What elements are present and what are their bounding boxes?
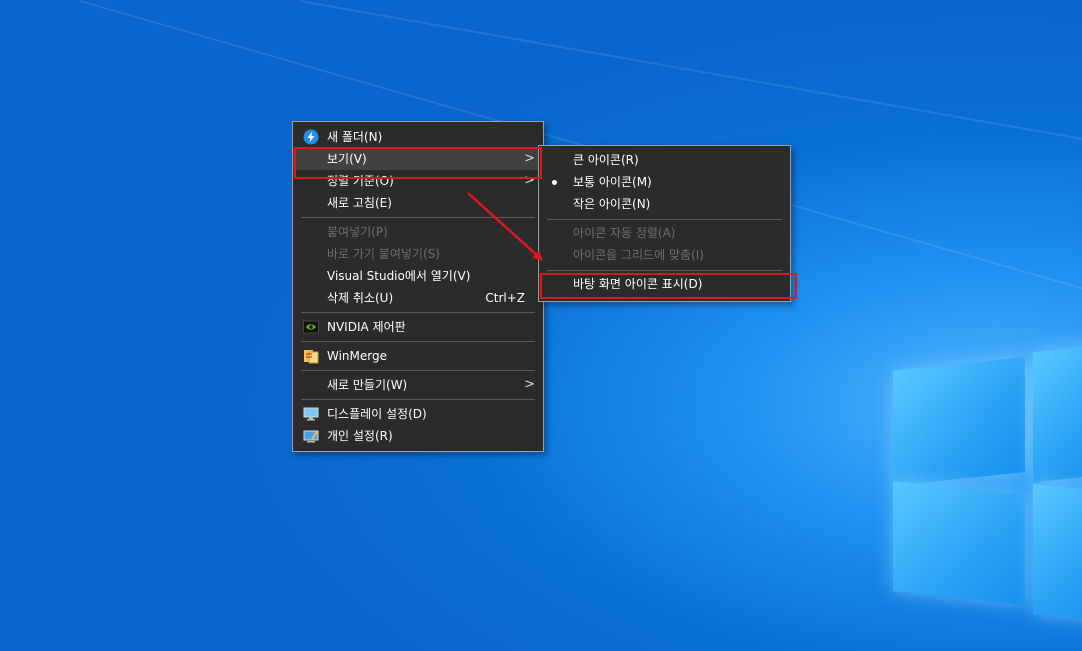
display-settings-icon xyxy=(303,406,319,422)
menu-item-label: 디스플레이 설정(D) xyxy=(327,407,427,421)
submenu-item-medium-icons[interactable]: 보통 아이콘(M) xyxy=(539,171,790,193)
desktop-context-menu: 새 폴더(N) 보기(V) > 정렬 기준(O) > 새로 고침(E) 붙여넣기… xyxy=(292,121,544,452)
menu-item-label: 큰 아이콘(R) xyxy=(573,153,639,167)
windows-logo xyxy=(890,338,1082,651)
submenu-item-show-desktop-icons[interactable]: 바탕 화면 아이콘 표시(D) xyxy=(539,273,790,295)
menu-item-label: 삭제 취소(U) xyxy=(327,291,394,305)
menu-separator xyxy=(301,399,535,400)
windows-logo-pane xyxy=(1033,483,1082,623)
windows-logo-pane xyxy=(1033,343,1082,483)
submenu-item-large-icons[interactable]: 큰 아이콘(R) xyxy=(539,149,790,171)
menu-item-label: 아이콘을 그리드에 맞춤(I) xyxy=(573,248,704,262)
menu-item-refresh[interactable]: 새로 고침(E) xyxy=(293,192,543,214)
nvidia-icon xyxy=(303,319,319,335)
menu-item-label: 정렬 기준(O) xyxy=(327,174,394,188)
windows-logo-pane xyxy=(893,481,1025,605)
menu-item-personalize[interactable]: 개인 설정(R) xyxy=(293,425,543,447)
menu-item-paste: 붙여넣기(P) xyxy=(293,221,543,243)
menu-item-open-in-visual-studio[interactable]: Visual Studio에서 열기(V) xyxy=(293,265,543,287)
menu-item-label: 아이콘 자동 정렬(A) xyxy=(573,226,676,240)
menu-separator xyxy=(301,370,535,371)
menu-item-label: 새 폴더(N) xyxy=(327,130,383,144)
menu-item-label: NVIDIA 제어판 xyxy=(327,320,406,334)
menu-item-label: 새로 만들기(W) xyxy=(327,378,408,392)
menu-item-sort-by[interactable]: 정렬 기준(O) > xyxy=(293,170,543,192)
new-folder-bolt-icon xyxy=(303,129,319,145)
chevron-right-icon: > xyxy=(524,377,535,392)
menu-separator xyxy=(301,341,535,342)
menu-item-label: 작은 아이콘(N) xyxy=(573,197,651,211)
menu-item-label: 바로 가기 붙여넣기(S) xyxy=(327,247,440,261)
menu-item-winmerge[interactable]: WinMerge xyxy=(293,345,543,367)
submenu-item-align-to-grid: 아이콘을 그리드에 맞춤(I) xyxy=(539,244,790,266)
menu-item-undo-delete[interactable]: 삭제 취소(U) Ctrl+Z xyxy=(293,287,543,309)
view-submenu: 큰 아이콘(R) 보통 아이콘(M) 작은 아이콘(N) 아이콘 자동 정렬(A… xyxy=(538,145,791,302)
menu-item-label: 보통 아이콘(M) xyxy=(573,175,652,189)
menu-item-label: 바탕 화면 아이콘 표시(D) xyxy=(573,277,703,291)
menu-item-label: 붙여넣기(P) xyxy=(327,225,388,239)
menu-item-label: WinMerge xyxy=(327,349,387,363)
personalize-icon xyxy=(303,428,319,444)
menu-item-paste-shortcut: 바로 가기 붙여넣기(S) xyxy=(293,243,543,265)
submenu-item-small-icons[interactable]: 작은 아이콘(N) xyxy=(539,193,790,215)
menu-item-accelerator: Ctrl+Z xyxy=(485,291,525,305)
chevron-right-icon: > xyxy=(524,151,535,166)
radio-bullet-icon xyxy=(552,180,557,185)
menu-item-label: 보기(V) xyxy=(327,152,367,166)
menu-item-display-settings[interactable]: 디스플레이 설정(D) xyxy=(293,403,543,425)
menu-item-view[interactable]: 보기(V) > xyxy=(293,148,543,170)
menu-separator xyxy=(547,219,782,220)
menu-separator xyxy=(301,217,535,218)
menu-item-nvidia-control-panel[interactable]: NVIDIA 제어판 xyxy=(293,316,543,338)
submenu-item-auto-arrange: 아이콘 자동 정렬(A) xyxy=(539,222,790,244)
menu-separator xyxy=(547,270,782,271)
menu-item-new[interactable]: 새로 만들기(W) > xyxy=(293,374,543,396)
menu-separator xyxy=(301,312,535,313)
winmerge-icon xyxy=(303,348,319,364)
windows-logo-pane xyxy=(893,357,1025,486)
chevron-right-icon: > xyxy=(524,173,535,188)
menu-item-new-folder[interactable]: 새 폴더(N) xyxy=(293,126,543,148)
menu-item-label: 개인 설정(R) xyxy=(327,429,393,443)
menu-item-label: 새로 고침(E) xyxy=(327,196,392,210)
menu-item-label: Visual Studio에서 열기(V) xyxy=(327,269,471,283)
